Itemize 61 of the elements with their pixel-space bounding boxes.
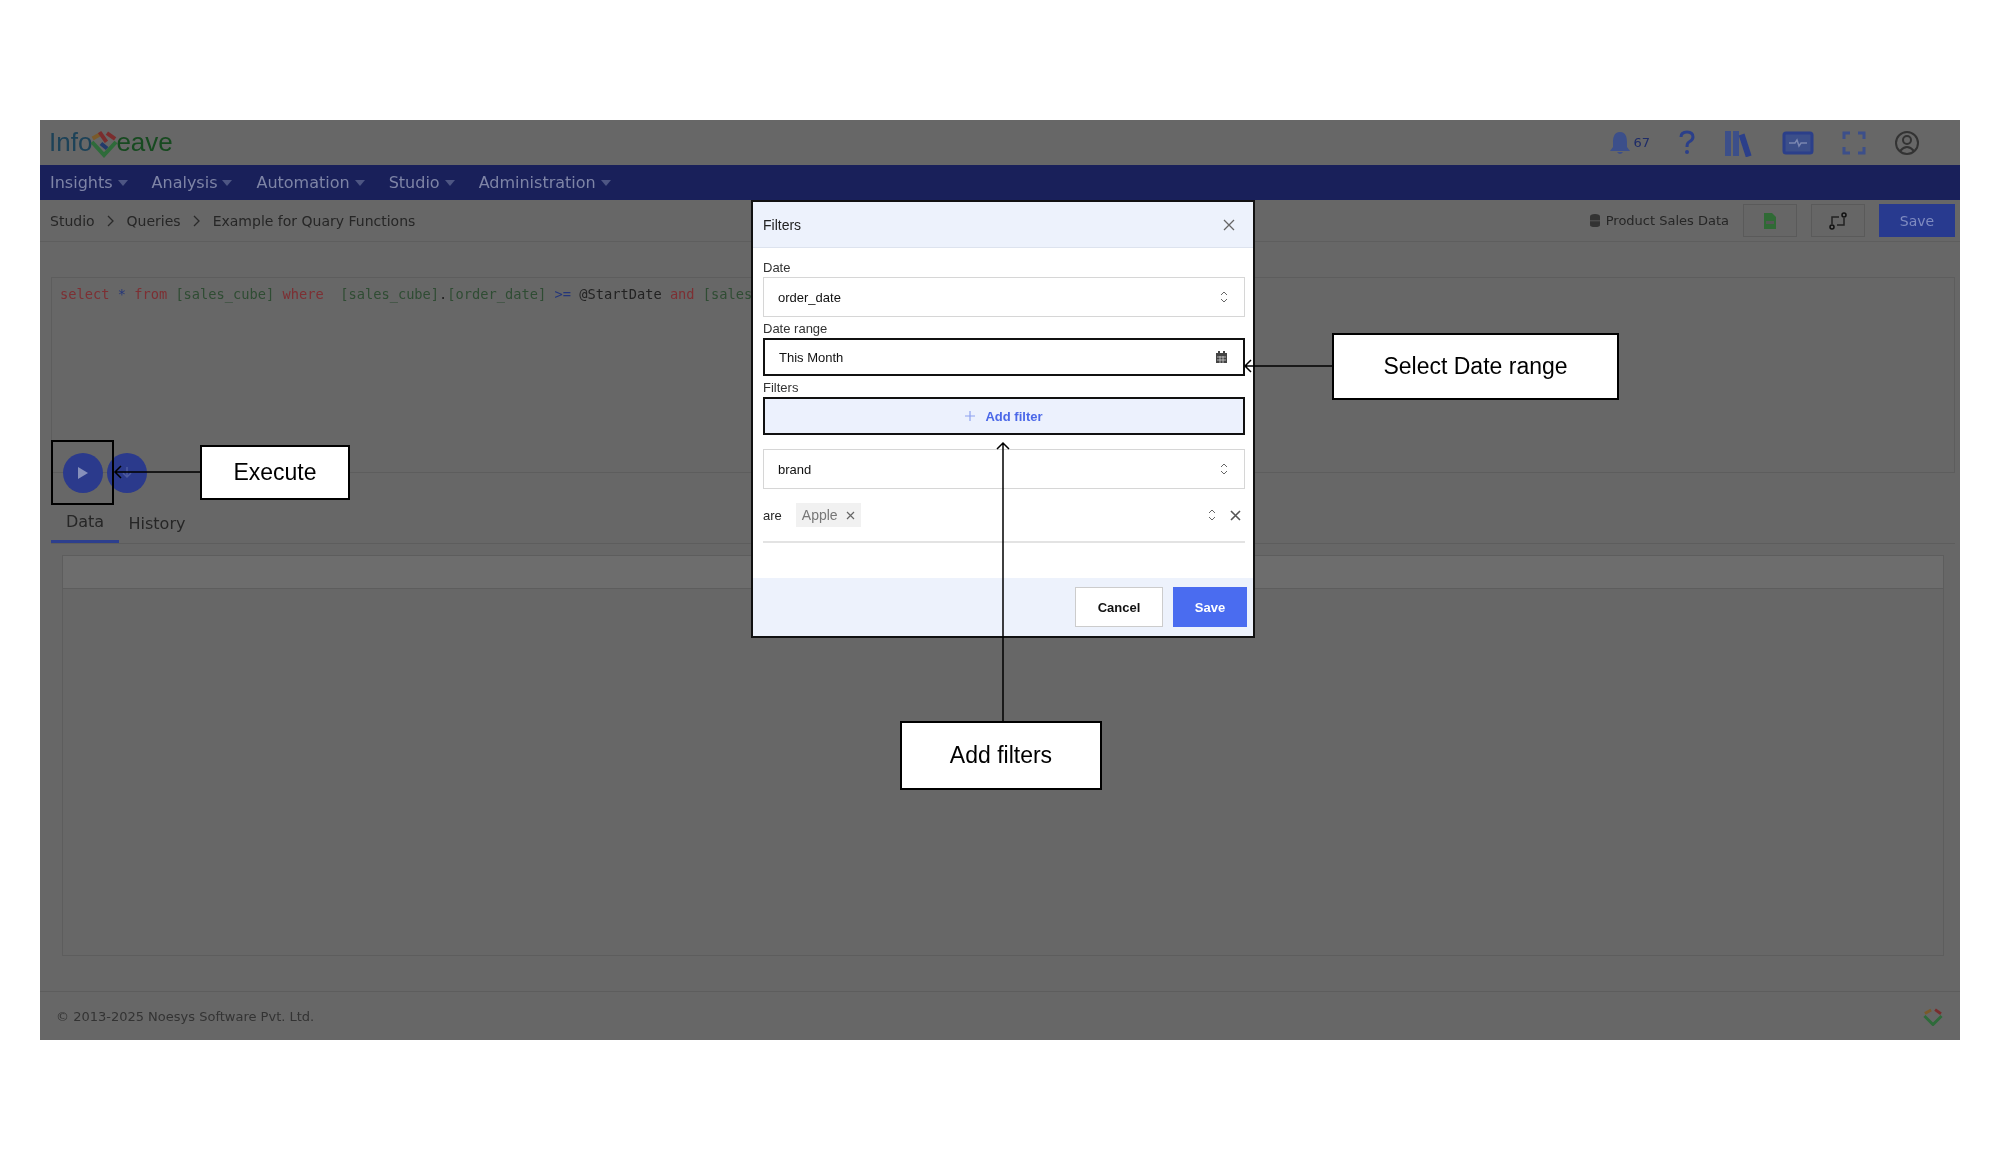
breadcrumb-item[interactable]: Queries bbox=[126, 212, 181, 229]
fullscreen-icon[interactable] bbox=[1842, 130, 1866, 155]
workflow-button[interactable] bbox=[1811, 204, 1865, 237]
date-select[interactable]: order_date bbox=[763, 277, 1245, 317]
bell-icon[interactable] bbox=[1609, 129, 1632, 156]
callout-label: Execute bbox=[200, 445, 350, 500]
monitor-icon[interactable] bbox=[1782, 130, 1814, 155]
remove-icon[interactable] bbox=[1230, 509, 1241, 521]
close-icon[interactable] bbox=[1223, 218, 1235, 231]
sort-icon bbox=[1220, 463, 1228, 475]
down-arrow-icon bbox=[122, 467, 132, 479]
chevron-icon bbox=[192, 214, 201, 227]
dialog-title: Filters bbox=[763, 216, 802, 233]
cancel-button[interactable]: Cancel bbox=[1075, 587, 1163, 627]
workflow-icon bbox=[1829, 211, 1847, 230]
field-label: Date range bbox=[763, 321, 829, 336]
sort-icon[interactable] bbox=[1208, 509, 1216, 521]
tab[interactable]: Data bbox=[51, 503, 119, 543]
logo: Info eave bbox=[49, 127, 173, 158]
query-text: select * from [sales_cube] where [sales_cube].[order_date] >= @StartDate and [sales bbox=[60, 286, 753, 302]
caret-icon bbox=[444, 179, 455, 186]
datasource-name: Product Sales Data bbox=[1605, 213, 1729, 228]
nav-menu-item[interactable]: Administration bbox=[478, 173, 611, 192]
field-label: Date bbox=[763, 260, 792, 275]
help-icon[interactable] bbox=[1678, 129, 1696, 156]
nav-menu-item[interactable]: Automation bbox=[256, 173, 365, 192]
caret-icon bbox=[354, 179, 365, 186]
breadcrumb-item[interactable]: Example for Quary Functions bbox=[212, 212, 416, 229]
tab[interactable]: History bbox=[123, 503, 191, 543]
plus-icon bbox=[965, 411, 976, 421]
calendar-icon[interactable] bbox=[1216, 351, 1227, 363]
notification-count: 67 bbox=[1633, 135, 1650, 150]
nav-menu-item[interactable]: Analysis bbox=[151, 173, 233, 192]
filter-operator: are bbox=[763, 507, 782, 523]
callout-label: Select Date range bbox=[1332, 333, 1619, 400]
play-icon bbox=[78, 467, 88, 479]
user-icon[interactable] bbox=[1894, 129, 1920, 156]
remove-icon[interactable] bbox=[845, 510, 855, 520]
breadcrumb-item[interactable]: Studio bbox=[50, 212, 95, 229]
save-button[interactable]: Save bbox=[1173, 587, 1247, 627]
caret-icon bbox=[222, 179, 233, 186]
save-button[interactable]: Save bbox=[1879, 204, 1955, 237]
file-icon bbox=[1764, 212, 1776, 229]
caret-icon bbox=[117, 179, 128, 186]
sort-icon bbox=[1220, 291, 1228, 303]
logo-mark-icon bbox=[1922, 1006, 1944, 1026]
value-chip[interactable]: Apple bbox=[795, 503, 861, 527]
chip-text: Apple bbox=[801, 507, 838, 523]
chevron-icon bbox=[106, 214, 115, 227]
field-label: Filters bbox=[763, 380, 800, 395]
filter-field-select[interactable]: brand bbox=[763, 449, 1245, 489]
database-icon bbox=[1589, 214, 1600, 227]
books-icon[interactable] bbox=[1724, 128, 1754, 157]
nav-menu-item[interactable]: Insights bbox=[50, 173, 128, 192]
caret-icon bbox=[600, 179, 611, 186]
run-button[interactable] bbox=[63, 453, 103, 493]
date-range-field[interactable]: This Month bbox=[763, 338, 1245, 376]
callout-label: Add filters bbox=[900, 721, 1102, 790]
nav-menu-item[interactable]: Studio bbox=[388, 173, 455, 192]
add-filter-button[interactable]: Add filter bbox=[763, 397, 1245, 435]
highlight-frame bbox=[51, 440, 114, 505]
